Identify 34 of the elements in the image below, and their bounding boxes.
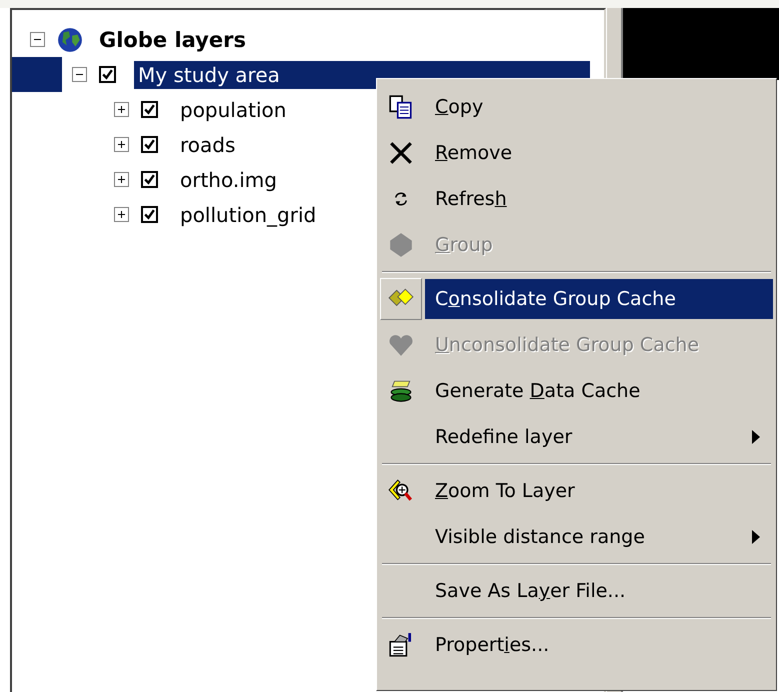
expand-icon[interactable]	[114, 207, 129, 222]
checkbox[interactable]	[141, 101, 158, 118]
tree-item[interactable]: pollution_grid	[176, 200, 320, 228]
checkbox[interactable]	[141, 171, 158, 188]
expand-icon[interactable]	[114, 137, 129, 152]
refresh-icon	[392, 190, 410, 208]
copy-icon	[388, 94, 414, 120]
menu-item[interactable]: Refresh	[425, 179, 773, 219]
properties-icon	[388, 632, 414, 658]
collapse-icon[interactable]	[72, 67, 87, 82]
checkbox[interactable]	[141, 206, 158, 223]
expand-icon[interactable]	[114, 102, 129, 117]
menu-item[interactable]: Save As Layer File...	[425, 571, 773, 611]
checkbox[interactable]	[99, 66, 116, 83]
tree-item[interactable]: ortho.img	[176, 166, 281, 194]
expand-icon[interactable]	[114, 172, 129, 187]
menu-item[interactable]: Redefine layer	[425, 417, 773, 457]
menu-item[interactable]: Visible distance range	[425, 517, 773, 557]
checkbox[interactable]	[141, 136, 158, 153]
menu-item[interactable]: Consolidate Group Cache	[425, 279, 773, 319]
tree-item[interactable]: roads	[176, 130, 240, 158]
menu-item[interactable]: Copy	[425, 87, 773, 127]
menu-item[interactable]: Zoom To Layer	[425, 471, 773, 511]
tree-item[interactable]: Globe layers	[95, 26, 250, 54]
collapse-icon[interactable]	[30, 32, 45, 47]
menu-item[interactable]: Generate Data Cache	[425, 371, 773, 411]
close-icon	[388, 140, 414, 166]
globe-icon	[57, 26, 83, 52]
menu-item[interactable]: Remove	[425, 133, 773, 173]
menu-item[interactable]: Properties...	[425, 625, 773, 665]
tree-item[interactable]: population	[176, 96, 290, 124]
heart-icon	[388, 332, 414, 358]
cache-icon	[388, 378, 414, 404]
diamond-icon	[388, 232, 414, 258]
